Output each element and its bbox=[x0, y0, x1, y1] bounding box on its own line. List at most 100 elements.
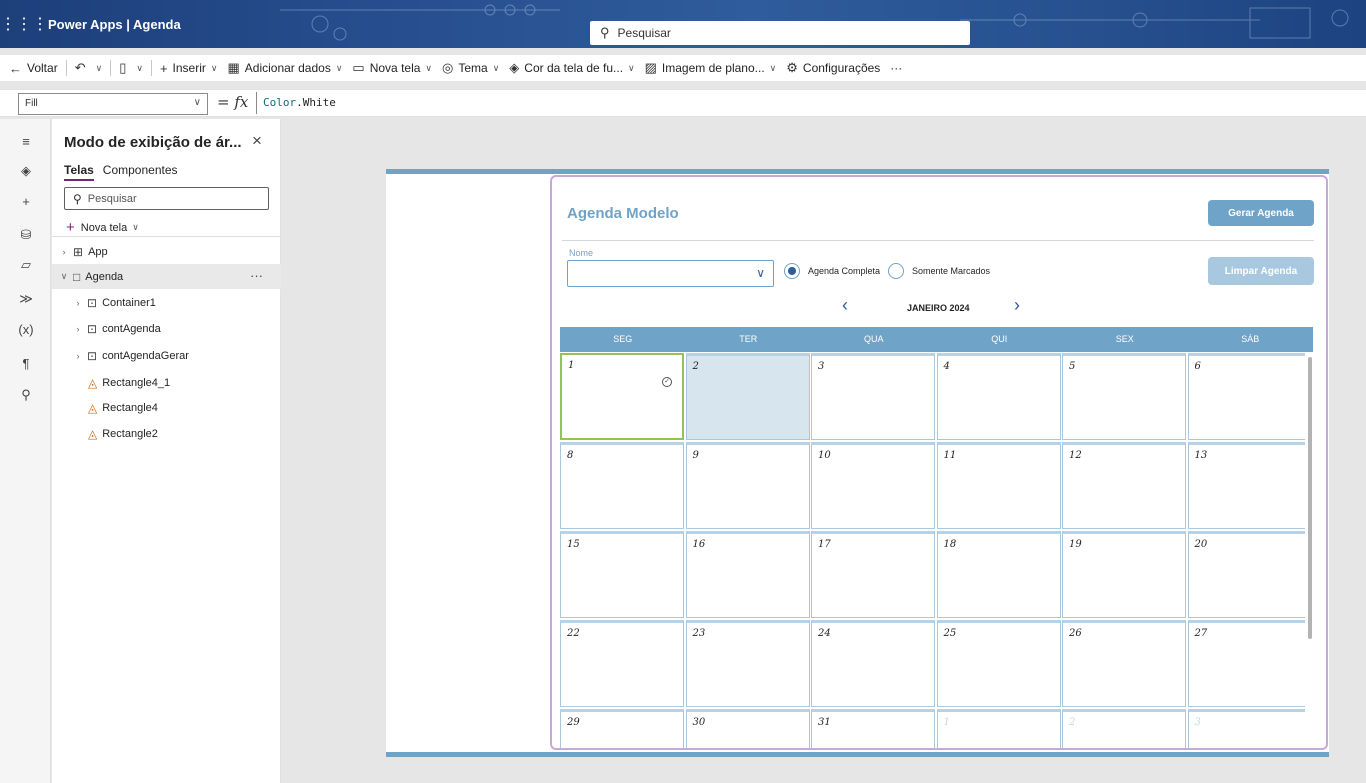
calendar-day-cell[interactable]: 2 bbox=[1062, 709, 1186, 748]
screen-color-button[interactable]: ◈ Cor da tela de fu... ∨ bbox=[504, 56, 639, 80]
clear-agenda-button[interactable]: Limpar Agenda bbox=[1208, 257, 1314, 285]
new-screen-button[interactable]: ▭ Nova tela ∨ bbox=[347, 56, 437, 80]
undo-button[interactable]: ↶ ∨ bbox=[70, 56, 108, 80]
calendar-day-cell[interactable]: 26 bbox=[1062, 620, 1186, 707]
calendar-day-cell[interactable]: 17 bbox=[811, 531, 935, 618]
tree-node-contagendagerar[interactable]: › ⊡ contAgendaGerar bbox=[52, 343, 281, 368]
variables-icon[interactable]: (x) bbox=[12, 317, 40, 341]
paint-bucket-icon: ◈ bbox=[509, 60, 520, 75]
app-launcher-icon[interactable]: ⋮⋮⋮ bbox=[0, 0, 48, 48]
background-image-button[interactable]: ▨ Imagem de plano... ∨ bbox=[640, 56, 782, 80]
media-icon[interactable]: ▱ bbox=[12, 253, 40, 277]
agenda-container[interactable]: Agenda Modelo Gerar Agenda Nome ∨ Agenda… bbox=[550, 175, 1328, 750]
tree-node-rectangle4-1[interactable]: ◬ Rectangle4_1 bbox=[52, 370, 281, 395]
theme-button[interactable]: ◎ Tema ∨ bbox=[437, 56, 504, 80]
app-screen[interactable]: Agenda Modelo Gerar Agenda Nome ∨ Agenda… bbox=[386, 169, 1329, 757]
tree-node-contagenda[interactable]: › ⊡ contAgenda bbox=[52, 316, 281, 341]
chevron-down-icon[interactable]: ∨ bbox=[96, 63, 103, 74]
calendar-day-cell[interactable]: 1 ✓ bbox=[560, 353, 684, 440]
calendar-day-cell[interactable]: 2 bbox=[685, 353, 810, 440]
tree-node-container1[interactable]: › ⊡ Container1 bbox=[52, 290, 281, 315]
rectangle-bottom[interactable] bbox=[386, 752, 1329, 757]
rectangle-top[interactable] bbox=[386, 169, 1329, 174]
chevron-down-icon[interactable]: ∨ bbox=[58, 271, 70, 282]
paste-button[interactable]: ▯ ∨ bbox=[114, 56, 148, 80]
radio-full-agenda[interactable]: Agenda Completa bbox=[784, 263, 880, 279]
chevron-right-icon[interactable]: › bbox=[58, 247, 70, 257]
back-button[interactable]: ← Voltar bbox=[4, 56, 63, 80]
formula-input[interactable]: Color.White bbox=[256, 92, 1366, 114]
calendar-day-cell[interactable]: 3 bbox=[1187, 709, 1305, 748]
node-label: Rectangle2 bbox=[102, 427, 158, 440]
calendar-day-cell[interactable]: 10 bbox=[811, 442, 935, 529]
day-number: 31 bbox=[818, 717, 831, 728]
chevron-left-icon[interactable]: ‹ bbox=[842, 295, 848, 316]
tab-screens[interactable]: Telas bbox=[64, 163, 94, 181]
name-dropdown[interactable]: ∨ bbox=[567, 260, 774, 287]
calendar-day-cell[interactable]: 12 bbox=[1062, 442, 1186, 529]
calendar-day-cell[interactable]: 29 bbox=[560, 709, 684, 748]
calendar-day-cell[interactable]: 6 bbox=[1187, 353, 1305, 440]
add-data-button[interactable]: ▦ Adicionar dados ∨ bbox=[222, 56, 347, 80]
chevron-right-icon[interactable]: › bbox=[72, 351, 84, 361]
background-image-label: Imagem de plano... bbox=[661, 61, 765, 75]
more-commands-button[interactable]: ··· bbox=[885, 56, 907, 80]
node-label: Agenda bbox=[85, 270, 124, 283]
power-automate-icon[interactable]: ≫ bbox=[12, 287, 40, 311]
calendar-day-cell[interactable]: 24 bbox=[811, 620, 935, 707]
chevron-down-icon: ∨ bbox=[756, 266, 765, 280]
calendar-day-cell[interactable]: 5 bbox=[1062, 353, 1186, 440]
weekday-label: TER bbox=[739, 334, 758, 344]
calendar-day-cell[interactable]: 22 bbox=[560, 620, 684, 707]
chevron-down-icon: ∨ bbox=[628, 62, 635, 73]
day-number: 1 bbox=[943, 717, 950, 728]
calendar-day-cell[interactable]: 20 bbox=[1187, 531, 1305, 618]
calendar-day-cell[interactable]: 27 bbox=[1187, 620, 1305, 707]
calendar-day-cell[interactable]: 19 bbox=[1062, 531, 1186, 618]
app-title: Power Apps | Agenda bbox=[48, 16, 181, 32]
tree-node-app[interactable]: › ⊞ App bbox=[52, 239, 281, 264]
calendar-scrollbar[interactable] bbox=[1308, 357, 1312, 639]
calendar-day-cell[interactable]: 8 bbox=[560, 442, 684, 529]
calendar-day-cell[interactable]: 18 bbox=[936, 531, 1061, 618]
calendar-day-cell[interactable]: 15 bbox=[560, 531, 684, 618]
settings-button[interactable]: ⚙ Configurações bbox=[781, 56, 885, 80]
calendar-day-cell[interactable]: 9 bbox=[685, 442, 810, 529]
menu-icon[interactable]: ≡ bbox=[12, 129, 40, 153]
tree-node-rectangle2[interactable]: ◬ Rectangle2 bbox=[52, 421, 281, 446]
day-number: 27 bbox=[1194, 628, 1208, 639]
calendar-day-cell[interactable]: 4 bbox=[936, 353, 1061, 440]
calendar-day-cell[interactable]: 30 bbox=[685, 709, 810, 748]
property-select[interactable]: Fill ∨ bbox=[18, 93, 208, 115]
database-icon[interactable]: ⛁ bbox=[12, 223, 40, 247]
close-icon[interactable]: × bbox=[252, 131, 262, 151]
calendar-day-cell[interactable]: 3 bbox=[811, 353, 935, 440]
calendar-day-cell[interactable]: 11 bbox=[936, 442, 1061, 529]
calendar-day-cell[interactable]: 13 bbox=[1187, 442, 1305, 529]
chevron-right-icon[interactable]: › bbox=[72, 298, 84, 308]
plus-icon[interactable]: + bbox=[12, 189, 40, 213]
new-screen-link[interactable]: + Nova tela ∨ bbox=[66, 219, 139, 236]
tools-icon[interactable]: ¶ bbox=[12, 351, 40, 375]
chevron-right-icon[interactable]: › bbox=[1014, 295, 1020, 316]
search-icon[interactable]: ⚲ bbox=[12, 383, 40, 407]
more-options-icon[interactable]: ··· bbox=[250, 268, 263, 283]
radio-marked-only[interactable]: Somente Marcados bbox=[888, 263, 990, 279]
calendar-day-cell[interactable]: 1 bbox=[936, 709, 1061, 748]
calendar-day-cell[interactable]: 31 bbox=[811, 709, 935, 748]
screen-color-label: Cor da tela de fu... bbox=[524, 61, 624, 75]
tab-components[interactable]: Componentes bbox=[103, 163, 178, 181]
tree-node-agenda[interactable]: ∨ □ Agenda ··· bbox=[52, 264, 281, 289]
global-search-input[interactable]: ⚲ Pesquisar bbox=[590, 21, 970, 45]
chevron-right-icon[interactable]: › bbox=[72, 324, 84, 334]
insert-button[interactable]: + Inserir ∨ bbox=[155, 56, 223, 80]
check-circle-icon[interactable]: ✓ bbox=[662, 377, 672, 387]
tree-node-rectangle4[interactable]: ◬ Rectangle4 bbox=[52, 395, 281, 420]
generate-agenda-button[interactable]: Gerar Agenda bbox=[1208, 200, 1314, 226]
calendar-day-cell[interactable]: 25 bbox=[936, 620, 1061, 707]
calendar-day-cell[interactable]: 16 bbox=[685, 531, 810, 618]
calendar-day-cell[interactable]: 23 bbox=[685, 620, 810, 707]
layers-icon[interactable]: ◈ bbox=[12, 159, 40, 183]
chevron-down-icon[interactable]: ∨ bbox=[136, 63, 143, 74]
tree-search-input[interactable]: ⚲ Pesquisar bbox=[64, 187, 269, 210]
